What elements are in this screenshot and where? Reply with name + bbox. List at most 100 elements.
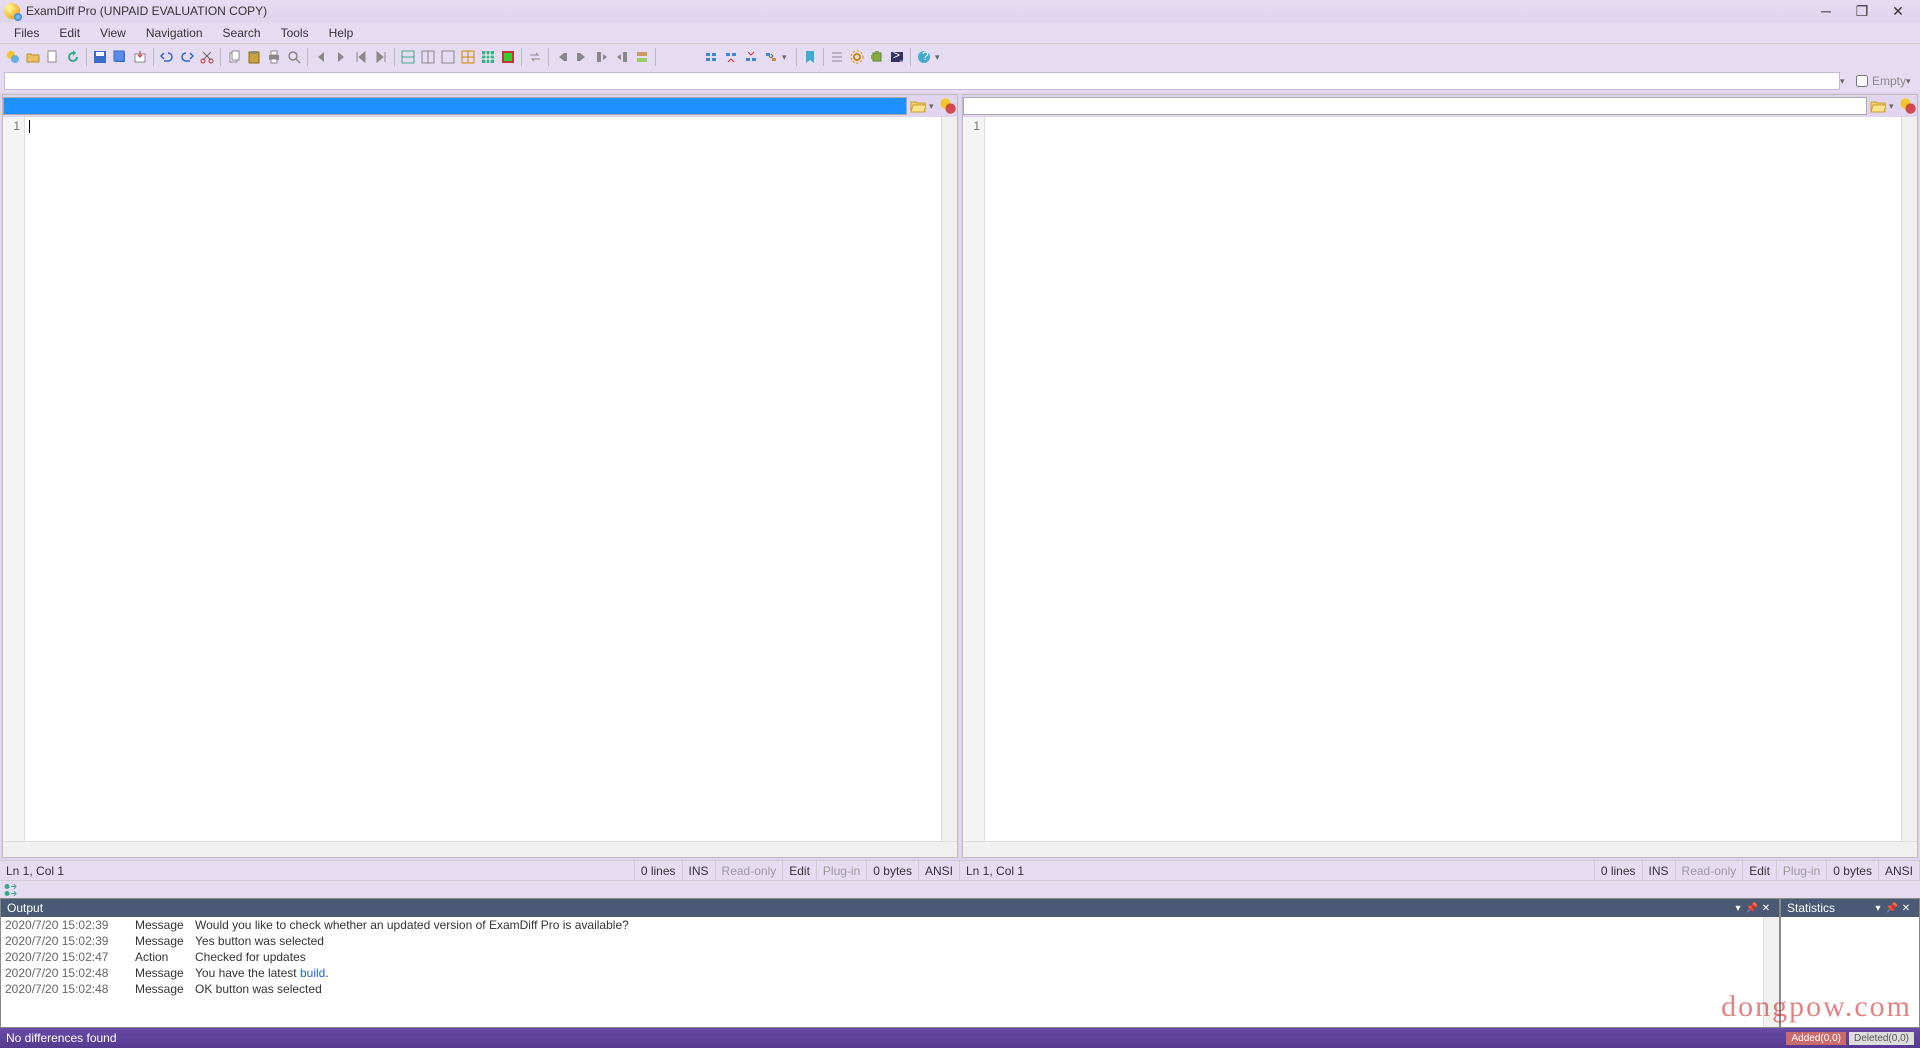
menu-tools[interactable]: Tools — [271, 24, 319, 42]
output-dropdown-icon[interactable]: ▾ — [1731, 901, 1745, 915]
right-address-input[interactable] — [963, 97, 1867, 115]
next-diff-icon[interactable] — [332, 48, 350, 66]
menu-view[interactable]: View — [90, 24, 136, 42]
left-open-folder-icon[interactable] — [909, 97, 927, 115]
view-vert-icon[interactable] — [419, 48, 437, 66]
sync-down-icon[interactable] — [4, 890, 18, 897]
left-pane-status: Ln 1, Col 1 0 lines INS Read-only Edit P… — [0, 860, 960, 880]
close-button[interactable]: ✕ — [1880, 1, 1916, 21]
output-close-icon[interactable]: ✕ — [1759, 901, 1773, 915]
view-single-icon[interactable] — [439, 48, 457, 66]
menu-edit[interactable]: Edit — [49, 24, 90, 42]
left-edit[interactable]: Edit — [783, 861, 817, 880]
swap-icon[interactable] — [526, 48, 544, 66]
merge-right-icon[interactable] — [613, 48, 631, 66]
redo-icon[interactable] — [178, 48, 196, 66]
menu-files[interactable]: Files — [4, 24, 49, 42]
copy-icon[interactable] — [225, 48, 243, 66]
options-gear-icon[interactable] — [848, 48, 866, 66]
left-horizontal-scrollbar[interactable] — [3, 841, 957, 857]
help-dropdown-icon[interactable]: ▾ — [935, 52, 945, 63]
menu-help[interactable]: Help — [319, 24, 364, 42]
help-icon[interactable]: ? — [915, 48, 933, 66]
export-icon[interactable] — [131, 48, 149, 66]
new-icon[interactable] — [44, 48, 62, 66]
log-link[interactable]: build — [300, 966, 325, 980]
output-log-row: 2020/7/20 15:02:48MessageYou have the la… — [1, 965, 1779, 981]
left-swap-icon[interactable] — [939, 97, 957, 115]
replace-icon[interactable] — [762, 48, 780, 66]
menu-search[interactable]: Search — [213, 24, 271, 42]
left-vertical-scrollbar[interactable] — [941, 117, 957, 841]
right-edit[interactable]: Edit — [1743, 861, 1777, 880]
prev-diff-icon[interactable] — [312, 48, 330, 66]
find-icon[interactable] — [702, 48, 720, 66]
diff-block-icon[interactable] — [633, 48, 651, 66]
view-horiz-icon[interactable] — [399, 48, 417, 66]
left-folder-dropdown-icon[interactable]: ▾ — [929, 101, 939, 112]
statistics-close-icon[interactable]: ✕ — [1899, 901, 1913, 915]
log-message: Yes button was selected — [195, 934, 1775, 948]
left-insert-mode: INS — [683, 861, 716, 880]
view-table-icon[interactable] — [479, 48, 497, 66]
right-vertical-scrollbar[interactable] — [1901, 117, 1917, 841]
left-plugin: Plug-in — [817, 861, 867, 880]
statistics-pin-icon[interactable]: 📌 — [1885, 901, 1899, 915]
title-bar: ExamDiff Pro (UNPAID EVALUATION COPY) ─ … — [0, 0, 1920, 22]
preview-icon[interactable] — [285, 48, 303, 66]
empty-dropdown-icon[interactable]: ▾ — [1906, 76, 1916, 87]
view-hex-icon[interactable] — [499, 48, 517, 66]
sync-up-icon[interactable] — [4, 883, 18, 890]
bookmark-icon[interactable] — [801, 48, 819, 66]
shell-icon[interactable]: >_ — [888, 48, 906, 66]
statistics-title: Statistics — [1787, 901, 1835, 915]
right-encoding: ANSI — [1879, 861, 1920, 880]
footer-status-bar: No differences found Added(0,0) Deleted(… — [0, 1028, 1920, 1048]
refresh-icon[interactable] — [64, 48, 82, 66]
save-all-icon[interactable] — [111, 48, 129, 66]
maximize-button[interactable]: ❐ — [1844, 1, 1880, 21]
left-editor[interactable] — [25, 117, 941, 841]
statistics-dropdown-icon[interactable]: ▾ — [1871, 901, 1885, 915]
log-type: Action — [135, 950, 195, 964]
copy-right-icon[interactable] — [573, 48, 591, 66]
print-icon[interactable] — [265, 48, 283, 66]
last-diff-icon[interactable] — [372, 48, 390, 66]
log-timestamp: 2020/7/20 15:02:39 — [5, 934, 135, 948]
log-timestamp: 2020/7/20 15:02:48 — [5, 966, 135, 980]
right-swap-icon[interactable] — [1899, 97, 1917, 115]
right-folder-dropdown-icon[interactable]: ▾ — [1889, 101, 1899, 112]
find-dropdown-icon[interactable]: ▾ — [782, 52, 792, 63]
find-next-icon[interactable] — [722, 48, 740, 66]
undo-icon[interactable] — [158, 48, 176, 66]
empty-checkbox[interactable]: Empty — [1856, 74, 1906, 88]
compare-icon[interactable] — [4, 48, 22, 66]
right-editor[interactable] — [985, 117, 1901, 841]
menu-navigation[interactable]: Navigation — [136, 24, 213, 42]
path-dropdown-icon[interactable]: ▾ — [1840, 76, 1850, 87]
right-horizontal-scrollbar[interactable] — [963, 841, 1917, 857]
toolbar-separator — [823, 48, 824, 66]
path-input[interactable] — [4, 72, 1840, 90]
toolbar-separator — [86, 48, 87, 66]
minimize-button[interactable]: ─ — [1808, 1, 1844, 21]
view-grid-icon[interactable] — [459, 48, 477, 66]
paste-icon[interactable] — [245, 48, 263, 66]
right-lines: 0 lines — [1595, 861, 1643, 880]
empty-checkbox-input[interactable] — [1856, 75, 1868, 87]
copy-left-icon[interactable] — [553, 48, 571, 66]
output-scrollbar[interactable] — [1763, 917, 1779, 1027]
right-open-folder-icon[interactable] — [1869, 97, 1887, 115]
output-pin-icon[interactable]: 📌 — [1745, 901, 1759, 915]
options-list-icon[interactable] — [828, 48, 846, 66]
merge-left-icon[interactable] — [593, 48, 611, 66]
plugin-icon[interactable] — [868, 48, 886, 66]
save-icon[interactable] — [91, 48, 109, 66]
log-type: Message — [135, 982, 195, 996]
open-folder-icon[interactable] — [24, 48, 42, 66]
left-address-input[interactable] — [3, 97, 907, 115]
first-diff-icon[interactable] — [352, 48, 370, 66]
find-prev-icon[interactable] — [742, 48, 760, 66]
output-log-row: 2020/7/20 15:02:47ActionChecked for upda… — [1, 949, 1779, 965]
cut-icon[interactable] — [198, 48, 216, 66]
